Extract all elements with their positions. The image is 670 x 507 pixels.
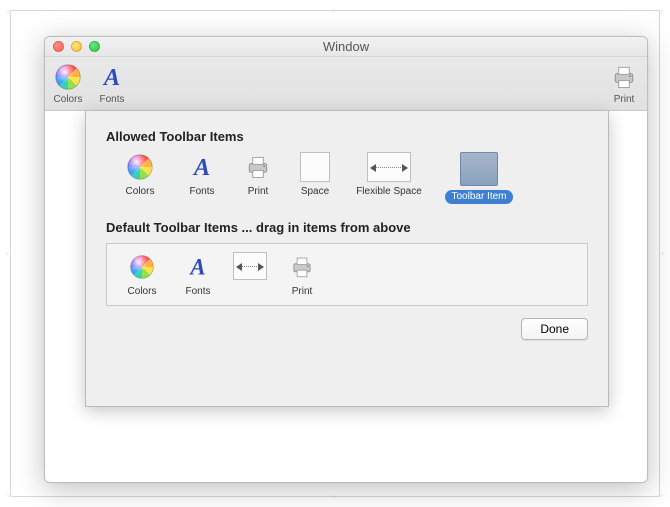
item-label: Fonts [189, 186, 214, 197]
flexible-space-icon [233, 252, 267, 280]
item-label: Fonts [185, 286, 210, 297]
item-label: Flexible Space [356, 186, 422, 197]
window-title: Window [45, 37, 647, 57]
allowed-item-colors[interactable]: Colors [110, 152, 170, 204]
allowed-item-fonts[interactable]: Fonts [178, 152, 226, 204]
toolbar-item-colors[interactable]: Colors [53, 62, 83, 105]
item-label: Space [301, 186, 329, 197]
default-item-flexible-space[interactable] [229, 252, 271, 295]
item-label [249, 284, 252, 295]
colors-icon [123, 152, 157, 182]
allowed-item-flexible-space[interactable]: Flexible Space [348, 152, 430, 204]
outer-frame: ◦ ◦ ◦ ◦ ◦ ◦ ◦ ◦ Window Colors Fonts [10, 10, 660, 497]
allowed-item-toolbar-item[interactable]: Toolbar Item [438, 152, 520, 204]
toolbar-item-print[interactable]: Print [609, 62, 639, 105]
toolbar-item-fonts[interactable]: Fonts [97, 62, 127, 105]
titlebar: Window [45, 37, 647, 57]
allowed-item-print[interactable]: Print [234, 152, 282, 204]
item-label: Toolbar Item [445, 190, 512, 204]
minimize-icon[interactable] [71, 41, 82, 52]
colors-icon [53, 62, 83, 92]
toolbar-item-label: Colors [54, 94, 83, 105]
space-icon [300, 152, 330, 182]
item-label: Colors [126, 186, 155, 197]
fonts-icon [185, 152, 219, 182]
print-icon [241, 152, 275, 182]
default-items-heading: Default Toolbar Items ... drag in items … [106, 220, 588, 235]
allowed-item-space[interactable]: Space [290, 152, 340, 204]
default-item-colors[interactable]: Colors [117, 252, 167, 297]
done-button[interactable]: Done [521, 318, 588, 340]
item-label: Print [248, 186, 269, 197]
toolbar-item-label: Fonts [99, 94, 124, 105]
colors-icon [125, 252, 159, 282]
item-label: Print [292, 286, 313, 297]
window: Window Colors Fonts Print Allowed Toolba… [44, 36, 648, 483]
print-icon [285, 252, 319, 282]
default-toolbar-well[interactable]: Colors Fonts Print [106, 243, 588, 306]
item-label: Colors [128, 286, 157, 297]
allowed-items-heading: Allowed Toolbar Items [106, 129, 588, 144]
window-content: Allowed Toolbar Items Colors Fonts Print [45, 111, 647, 482]
allowed-items-row: Colors Fonts Print Space [110, 152, 588, 204]
toolbar-item-label: Print [614, 94, 635, 105]
flexible-space-icon [367, 152, 411, 182]
default-item-fonts[interactable]: Fonts [175, 252, 221, 297]
print-icon [609, 62, 639, 92]
generic-toolbar-item-icon [460, 152, 498, 186]
default-item-print[interactable]: Print [279, 252, 325, 297]
zoom-icon[interactable] [89, 41, 100, 52]
toolbar: Colors Fonts Print [45, 57, 647, 111]
fonts-icon [97, 62, 127, 92]
close-icon[interactable] [53, 41, 64, 52]
fonts-icon [181, 252, 215, 282]
customize-toolbar-sheet: Allowed Toolbar Items Colors Fonts Print [85, 111, 609, 407]
